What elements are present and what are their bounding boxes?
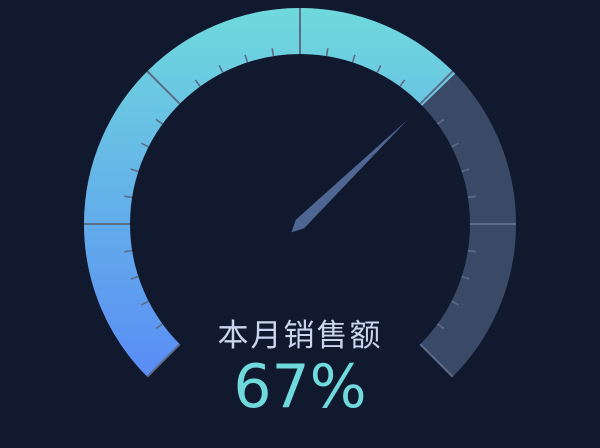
gauge-title: 本月销售额 [217, 318, 383, 354]
gauge-chart: 本月销售额 67% [0, 0, 600, 448]
gauge-pointer [291, 119, 408, 233]
gauge-value: 67% [233, 352, 367, 422]
